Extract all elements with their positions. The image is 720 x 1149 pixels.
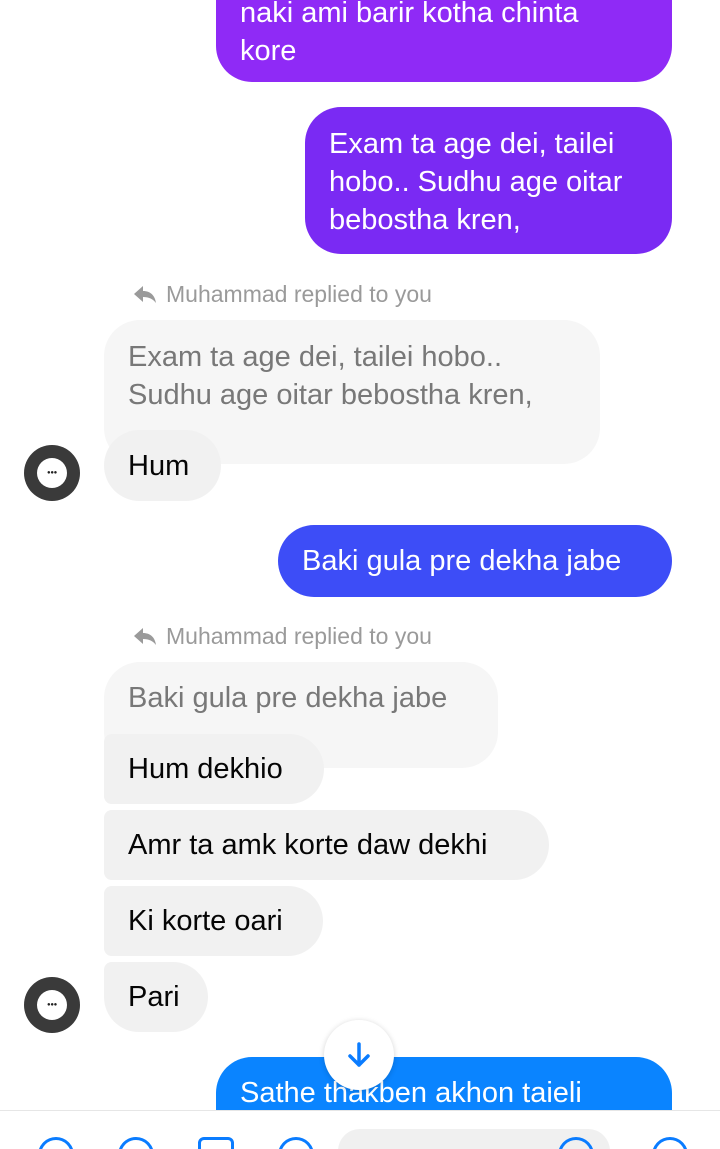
camera-icon[interactable] bbox=[118, 1137, 154, 1149]
sent-message[interactable]: naki ami barir kotha chinta kore bbox=[216, 0, 672, 82]
more-options-icon[interactable] bbox=[38, 1137, 74, 1149]
avatar-logo: ●●● bbox=[37, 990, 67, 1020]
microphone-icon[interactable] bbox=[278, 1137, 314, 1149]
received-message[interactable]: Hum dekhio bbox=[104, 734, 324, 804]
received-message[interactable]: Ki korte oari bbox=[104, 886, 323, 956]
contact-avatar[interactable]: ●●● bbox=[24, 445, 80, 501]
gallery-icon[interactable] bbox=[198, 1137, 234, 1149]
reply-arrow-icon bbox=[134, 628, 156, 645]
scroll-to-bottom-button[interactable] bbox=[324, 1020, 394, 1090]
sent-message[interactable]: Exam ta age dei, tailei hobo.. Sudhu age… bbox=[305, 107, 672, 254]
received-message[interactable]: Hum bbox=[104, 430, 221, 501]
avatar-logo: ●●● bbox=[37, 458, 67, 488]
arrow-down-icon bbox=[348, 1042, 370, 1067]
contact-avatar[interactable]: ●●● bbox=[24, 977, 80, 1033]
sent-message[interactable]: Baki gula pre dekha jabe bbox=[278, 525, 672, 597]
reply-label-text: Muhammad replied to you bbox=[166, 623, 432, 649]
received-message[interactable]: Amr ta amk korte daw dekhi bbox=[104, 810, 549, 880]
received-message[interactable]: Pari bbox=[104, 962, 208, 1032]
reply-label-text: Muhammad replied to you bbox=[166, 281, 432, 307]
message-composer-bar bbox=[0, 1110, 720, 1149]
reply-indicator: Muhammad replied to you bbox=[132, 622, 432, 650]
like-icon[interactable] bbox=[652, 1137, 688, 1149]
reply-arrow-icon bbox=[134, 286, 156, 303]
reply-indicator: Muhammad replied to you bbox=[132, 280, 432, 308]
